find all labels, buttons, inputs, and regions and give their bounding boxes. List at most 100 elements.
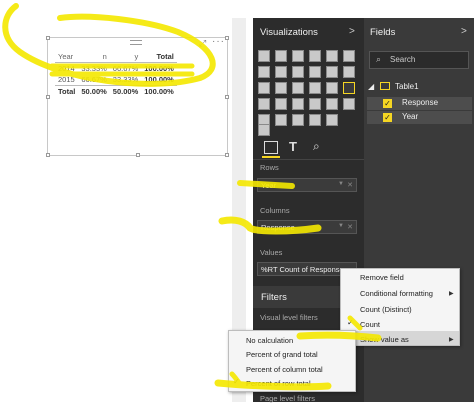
table-expand-icon[interactable]: ◢: [368, 82, 374, 91]
table-icon: [380, 82, 390, 90]
field-label: Response: [402, 98, 439, 107]
line-column-icon[interactable]: [309, 66, 321, 78]
drag-grip-icon[interactable]: [130, 40, 142, 45]
values-field-value: %RT Count of Response: [261, 265, 344, 274]
fields-title: Fields: [370, 27, 396, 38]
waterfall-icon[interactable]: [343, 66, 355, 78]
row-header: 2015: [58, 75, 75, 84]
cell-total: 100.00%: [144, 64, 174, 73]
table-row: 2014 33.33% 66.67% 100.00%: [55, 63, 177, 75]
resize-handle[interactable]: [225, 95, 229, 99]
table-row: 2015 66.67% 33.33% 100.00%: [55, 74, 177, 86]
menu-item-conditional-formatting[interactable]: Conditional formatting: [360, 289, 433, 298]
line-chart-icon[interactable]: [258, 66, 270, 78]
filters-title: Filters: [261, 292, 287, 303]
close-icon[interactable]: ✕: [347, 181, 353, 189]
chevron-down-icon[interactable]: ▼: [338, 223, 344, 229]
percent-column-icon[interactable]: [343, 50, 355, 62]
cell: 50.00%: [78, 85, 110, 97]
area-chart-icon[interactable]: [275, 66, 287, 78]
analytics-magnifier-icon[interactable]: ⌕: [313, 139, 320, 154]
cell-total: 100.00%: [141, 85, 177, 97]
close-icon[interactable]: ✕: [347, 223, 353, 231]
funnel-icon[interactable]: [258, 98, 270, 110]
columns-field-well[interactable]: Response ▼ ✕: [257, 220, 357, 234]
cell: 66.67%: [81, 75, 107, 84]
resize-handle[interactable]: [136, 153, 140, 157]
format-paint-roller-icon[interactable]: T: [289, 139, 297, 154]
matrix-visual-icon[interactable]: [343, 82, 355, 94]
header-total: Total: [141, 51, 177, 63]
globe-icon[interactable]: [275, 114, 287, 126]
more-options-icon[interactable]: ···: [212, 36, 225, 47]
checkbox-checked-icon[interactable]: ✓: [383, 99, 392, 108]
cell: 33.33%: [112, 75, 139, 84]
active-tab-indicator: [262, 156, 280, 158]
arcgis-icon[interactable]: [309, 114, 321, 126]
scatter-icon[interactable]: [258, 82, 270, 94]
cell: 66.67%: [112, 64, 139, 73]
cell: 50.00%: [109, 85, 142, 97]
stacked-column-icon[interactable]: [275, 50, 287, 62]
checkmark-icon: ✓: [233, 377, 240, 386]
chevron-down-icon[interactable]: ▼: [338, 181, 344, 187]
menu-item-remove-field[interactable]: Remove field: [360, 273, 404, 282]
donut-chart-icon[interactable]: [292, 82, 304, 94]
chevron-right-icon: ▶: [449, 337, 454, 343]
header-n: n: [78, 51, 110, 63]
menu-item-percent-column-total[interactable]: Percent of column total: [246, 365, 323, 374]
kpi-icon[interactable]: [326, 98, 338, 110]
focus-mode-icon[interactable]: ⤢: [199, 38, 206, 49]
card-icon[interactable]: [292, 98, 304, 110]
menu-item-no-calculation[interactable]: No calculation: [246, 336, 293, 345]
resize-handle[interactable]: [225, 153, 229, 157]
clustered-bar-icon[interactable]: [292, 50, 304, 62]
menu-item-count[interactable]: Count: [360, 320, 380, 329]
cell: 33.33%: [81, 64, 107, 73]
checkbox-checked-icon[interactable]: ✓: [383, 113, 392, 122]
fields-tab-icon[interactable]: [264, 141, 278, 154]
menu-item-show-value-as[interactable]: Show value as: [360, 335, 409, 344]
map-icon[interactable]: [326, 82, 338, 94]
header-y: y: [109, 51, 142, 63]
header-year: Year: [55, 51, 79, 63]
stacked-area-icon[interactable]: [292, 66, 304, 78]
gauge-icon[interactable]: [275, 98, 287, 110]
cell-total: 100.00%: [144, 75, 174, 84]
r-script-icon[interactable]: [292, 114, 304, 126]
clustered-column-icon[interactable]: [309, 50, 321, 62]
checkmark-icon: ✓: [347, 318, 354, 327]
row-header: 2014: [58, 64, 75, 73]
table-row-total: Total 50.00% 50.00% 100.00%: [55, 85, 177, 97]
slicer-icon[interactable]: [343, 98, 355, 110]
row-header: Total: [55, 85, 79, 97]
percent-bar-icon[interactable]: [326, 50, 338, 62]
matrix-table: Year n y Total 2014 33.33% 66.67% 100.00…: [55, 51, 177, 97]
chevron-right-icon[interactable]: >: [349, 26, 355, 37]
ribbon-chart-icon[interactable]: [326, 66, 338, 78]
resize-handle[interactable]: [46, 153, 50, 157]
more-visuals-icon[interactable]: [326, 114, 338, 126]
treemap-icon[interactable]: [309, 82, 321, 94]
columns-label: Columns: [260, 206, 290, 215]
search-icon: ⌕: [376, 54, 382, 64]
visualizations-title: Visualizations: [260, 27, 318, 38]
columns-field-value: Response: [261, 223, 295, 232]
search-input[interactable]: [369, 51, 469, 69]
multi-row-card-icon[interactable]: [309, 98, 321, 110]
resize-handle[interactable]: [225, 36, 229, 40]
chevron-right-icon[interactable]: >: [461, 26, 467, 37]
menu-item-count-distinct[interactable]: Count (Distinct): [360, 305, 412, 314]
menu-item-percent-grand-total[interactable]: Percent of grand total: [246, 350, 318, 359]
stacked-bar-icon[interactable]: [258, 50, 270, 62]
divider: [253, 159, 365, 160]
values-label: Values: [260, 248, 283, 257]
custom-visual-icon[interactable]: [258, 124, 270, 136]
table-name[interactable]: Table1: [395, 82, 419, 91]
chevron-right-icon: ▶: [449, 291, 454, 297]
resize-handle[interactable]: [46, 95, 50, 99]
pie-chart-icon[interactable]: [275, 82, 287, 94]
rows-field-well[interactable]: Year ▼ ✕: [257, 178, 357, 192]
resize-handle[interactable]: [46, 36, 50, 40]
menu-item-percent-row-total[interactable]: Percent of row total: [246, 379, 311, 388]
